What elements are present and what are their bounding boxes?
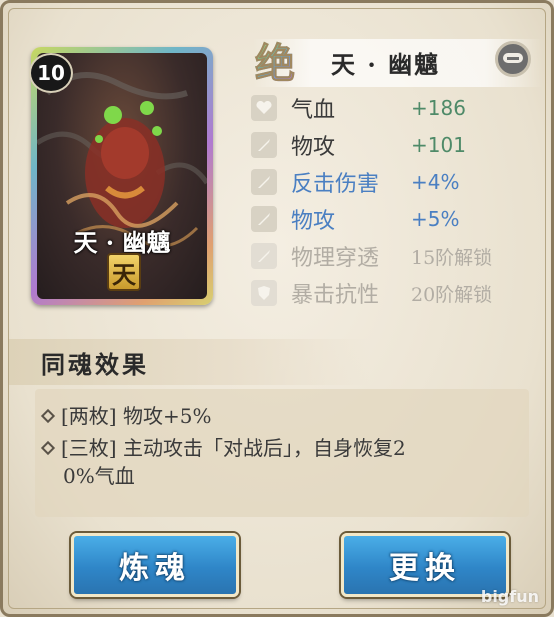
heart-icon: [251, 95, 277, 121]
set-effect-line: [三枚] 主动攻击「对战后」，自身恢复2: [39, 435, 529, 461]
stat-row-phys-atk-pct: 物攻 +5%: [251, 204, 521, 234]
refine-button[interactable]: 炼魂: [71, 533, 239, 597]
level-badge: 10: [29, 53, 73, 93]
stat-row-phys-pen: 物理穿透 15阶解锁: [251, 241, 521, 271]
sword-icon: [251, 206, 277, 232]
set-effect-text: [三枚] 主动攻击「对战后」，自身恢复2: [61, 436, 406, 460]
sword-icon: [251, 132, 277, 158]
stat-row-crit-res: 暴击抗性 20阶解锁: [251, 278, 521, 308]
stat-lock-text: 15阶解锁: [411, 246, 493, 269]
stat-value: +4%: [411, 170, 460, 194]
stat-label: 物攻: [291, 209, 336, 234]
stat-row-phys-atk: 物攻 +101: [251, 130, 521, 160]
stat-value: +101: [411, 133, 466, 157]
set-effect-text: 0%气血: [63, 464, 135, 488]
diamond-bullet-icon: [40, 408, 56, 424]
replace-button-label: 更换: [389, 551, 461, 586]
shield-icon: [251, 280, 277, 306]
stat-lock-text: 20阶解锁: [411, 283, 493, 306]
stats-panel: 绝 天 · 幽魑 气血 +186 物攻 +101 反击伤害 +4% 物攻 +5%…: [213, 31, 543, 313]
stat-value: +186: [411, 96, 466, 120]
diamond-bullet-icon: [40, 440, 56, 456]
helmet-icon[interactable]: [495, 41, 531, 77]
rank-tag: 天: [107, 253, 141, 291]
stat-label: 反击伤害: [291, 172, 380, 197]
set-effect-line: [两枚] 物攻+5%: [39, 403, 529, 429]
watermark: bigfun: [480, 587, 539, 606]
stat-label: 暴击抗性: [291, 283, 380, 308]
stat-label: 物攻: [291, 135, 336, 160]
soul-detail-panel: 10 天 · 幽魑 天 绝 天 · 幽魑 气血 +186 物攻 +101 反击伤…: [0, 0, 554, 617]
soul-name: 天 · 幽魑: [331, 50, 441, 79]
stat-row-hp: 气血 +186: [251, 93, 521, 123]
set-effect-text: [两枚] 物攻+5%: [61, 404, 212, 428]
refine-button-label: 炼魂: [119, 551, 191, 586]
stat-row-counter-dmg: 反击伤害 +4%: [251, 167, 521, 197]
sword-icon: [251, 243, 277, 269]
stat-label: 气血: [291, 98, 336, 123]
sword-icon: [251, 169, 277, 195]
rarity-glyph: 绝: [255, 31, 296, 89]
set-effect-line: 0%气血: [63, 463, 551, 489]
set-effect-title: 同魂效果: [41, 350, 149, 379]
stat-value: +5%: [411, 207, 460, 231]
stat-label: 物理穿透: [291, 246, 380, 271]
